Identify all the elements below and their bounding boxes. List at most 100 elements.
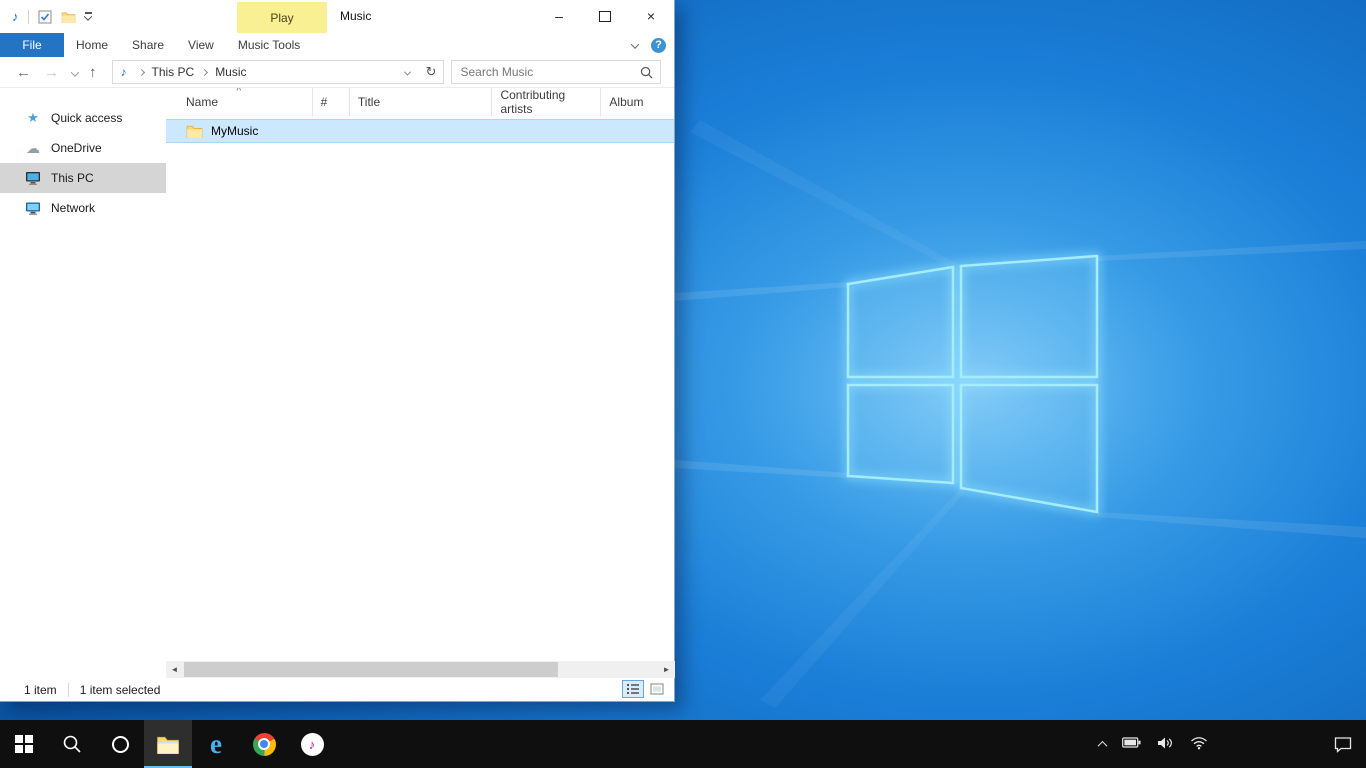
cortana-button[interactable] [96,720,144,768]
star-icon: ★ [24,110,42,126]
tab-music-tools[interactable]: Music Tools [226,33,312,57]
horizontal-scrollbar[interactable]: ◄ ► [166,661,675,678]
column-label: Name [186,95,218,109]
volume-icon[interactable] [1157,736,1174,753]
wifi-icon[interactable] [1190,736,1208,753]
breadcrumb-this-pc[interactable]: This PC [150,65,197,79]
sidebar-item-label: Network [51,201,95,215]
file-name: MyMusic [211,124,258,138]
details-view-icon [626,683,640,695]
up-button[interactable]: ↑ [89,65,97,80]
view-toggle-buttons [622,680,668,698]
search-icon [62,734,82,754]
chrome-icon [253,733,276,756]
internet-explorer-icon: e [210,731,222,758]
sidebar-item-label: This PC [51,171,94,185]
taskbar: e ♪ [0,720,1366,768]
help-button[interactable]: ? [651,38,666,53]
tab-file[interactable]: File [0,33,64,57]
file-list: ^ Name # Title Contributing artists Albu… [166,88,674,661]
breadcrumb-chevron-icon[interactable] [137,68,144,75]
windows-logo-icon [15,735,33,753]
cortana-icon [112,736,129,753]
column-label: Contributing artists [500,88,592,116]
scrollbar-track[interactable] [183,661,658,678]
start-button[interactable] [0,720,48,768]
large-icons-view-icon [650,683,664,695]
ribbon-expand-chevron-icon[interactable] [632,38,638,52]
folder-icon [186,124,203,138]
window-controls: – × [536,0,674,32]
column-header-title[interactable]: Title [350,88,493,116]
item-count: 1 item [24,683,57,697]
sidebar-item-quick-access[interactable]: ★ Quick access [0,103,166,133]
back-button[interactable]: ← [16,65,31,80]
cloud-icon: ☁ [24,140,42,157]
column-header-number[interactable]: # [313,88,350,116]
properties-icon[interactable] [38,10,52,24]
column-header-album[interactable]: Album [601,88,674,116]
scroll-left-arrow[interactable]: ◄ [166,661,183,678]
breadcrumb-chevron-icon[interactable] [201,68,208,75]
taskbar-search-button[interactable] [48,720,96,768]
music-note-icon: ♪ [12,9,19,24]
column-label: # [321,95,328,109]
action-center-button[interactable] [1320,720,1366,768]
file-explorer-icon [156,734,180,754]
tab-view[interactable]: View [176,33,226,57]
scrollbar-thumb[interactable] [184,662,558,677]
selection-count: 1 item selected [80,683,161,697]
address-music-icon: ♪ [121,65,127,79]
tab-home[interactable]: Home [64,33,120,57]
battery-icon[interactable] [1122,737,1141,751]
sort-ascending-icon: ^ [236,88,241,97]
file-explorer-window: ♪ Play Music – × File [0,0,675,702]
status-bar: 1 item 1 item selected [0,678,674,701]
clock-area [1208,720,1320,768]
column-header-contributing-artists[interactable]: Contributing artists [492,88,601,116]
ribbon-tabs: File Home Share View Music Tools ? [0,33,674,57]
sidebar-item-this-pc[interactable]: This PC [0,163,166,193]
taskbar-chrome-button[interactable] [240,720,288,768]
tab-share[interactable]: Share [120,33,176,57]
file-row-mymusic[interactable]: MyMusic [166,119,674,143]
column-headers: ^ Name # Title Contributing artists Albu… [166,88,674,116]
customize-quick-access-chevron-icon[interactable] [85,12,92,20]
taskbar-itunes-button[interactable]: ♪ [288,720,336,768]
address-dropdown-chevron-icon[interactable] [399,65,416,79]
forward-button[interactable]: → [44,65,59,80]
recent-locations-chevron-icon[interactable] [72,65,78,80]
close-button[interactable]: × [628,0,674,32]
search-input[interactable] [459,64,640,80]
breadcrumb-music[interactable]: Music [213,65,248,79]
titlebar: ♪ Play Music – × [0,0,674,33]
desktop: ♪ Play Music – × File [0,0,1366,768]
minimize-button[interactable]: – [536,0,582,32]
music-tools-play-label[interactable]: Play [237,2,327,33]
sidebar-item-onedrive[interactable]: ☁ OneDrive [0,133,166,163]
computer-icon [24,171,42,186]
new-folder-icon[interactable] [61,11,76,23]
large-icons-view-button[interactable] [646,680,668,698]
maximize-button[interactable] [582,0,628,32]
itunes-icon: ♪ [301,733,324,756]
maximize-icon [599,11,611,22]
quick-access-toolbar: ♪ [0,9,92,24]
taskbar-internet-explorer-button[interactable]: e [192,720,240,768]
scroll-right-arrow[interactable]: ► [658,661,675,678]
action-center-icon [1334,736,1352,753]
taskbar-file-explorer-button[interactable] [144,720,192,768]
hidden-icons-chevron-icon[interactable] [1099,737,1106,751]
navigation-pane: ★ Quick access ☁ OneDrive This PC [0,88,166,661]
details-view-button[interactable] [622,680,644,698]
column-header-name[interactable]: ^ Name [166,88,313,116]
sidebar-item-label: Quick access [51,111,122,125]
address-bar[interactable]: ♪ This PC Music ↻ [112,60,444,84]
sidebar-item-network[interactable]: Network [0,193,166,223]
refresh-button[interactable]: ↻ [426,64,437,80]
system-tray [1099,720,1208,768]
sidebar-item-label: OneDrive [51,141,102,155]
search-icon [640,66,653,79]
status-separator [68,683,69,697]
qat-separator [28,10,29,24]
